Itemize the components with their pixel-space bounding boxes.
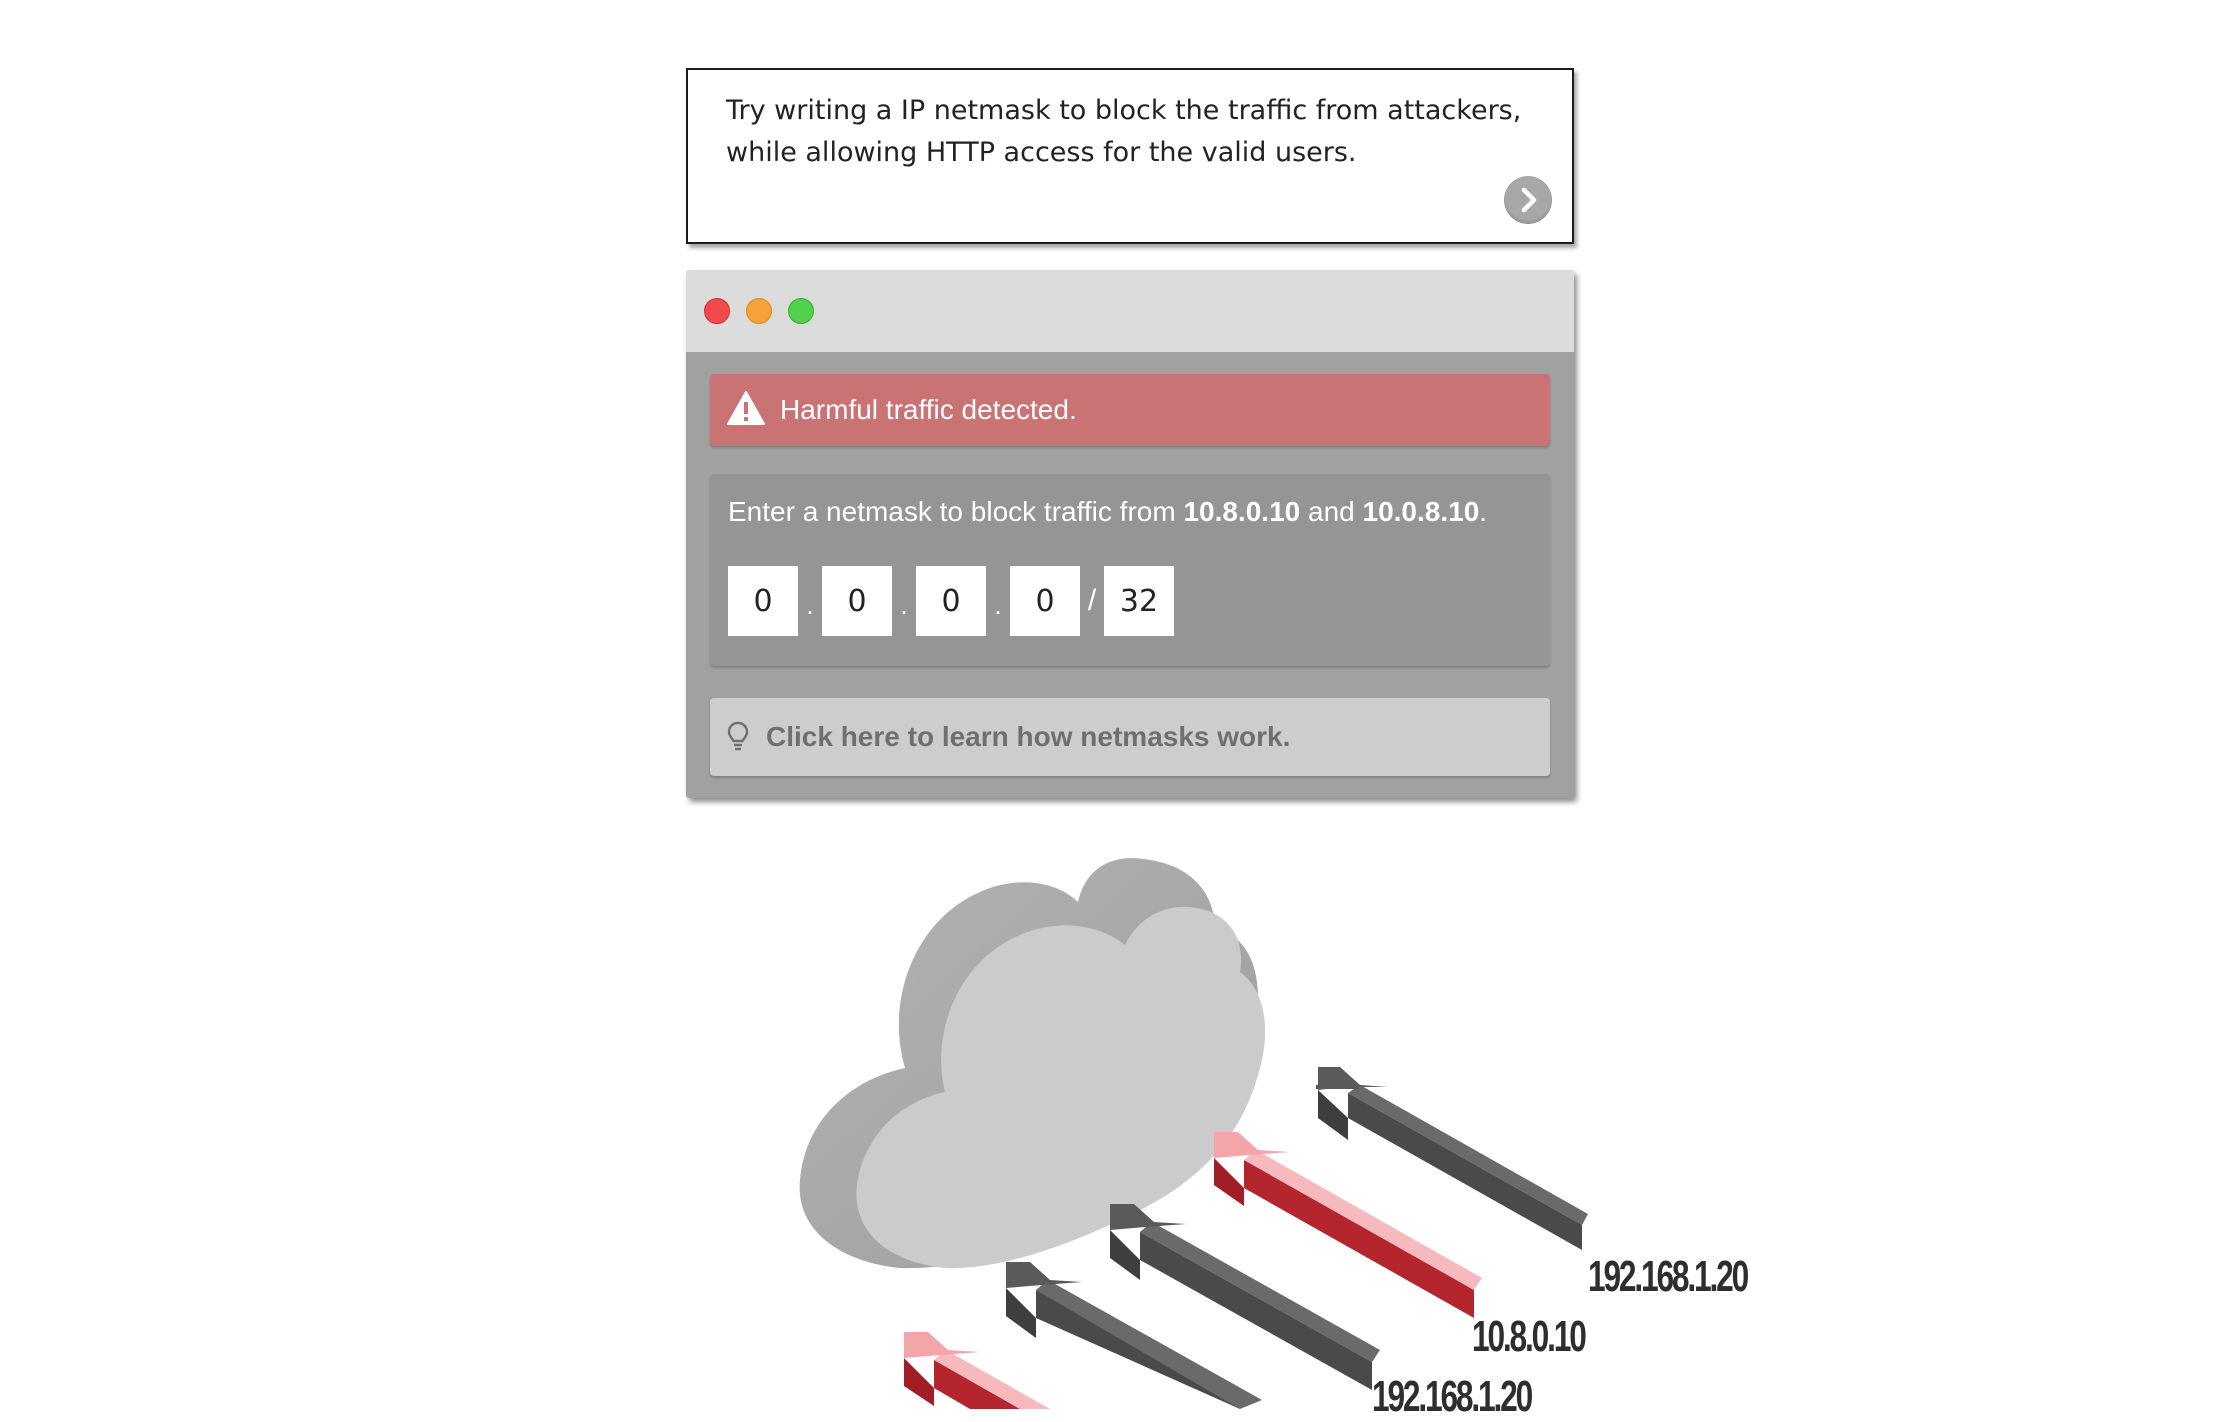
octet-3-input[interactable] [916,566,986,636]
octet-separator: . [900,590,908,620]
alert-banner: Harmful traffic detected. [710,374,1550,446]
traffic-label: 192.168.1.20 [1588,1252,1749,1301]
help-link-text: Click here to learn how netmasks work. [766,721,1291,752]
zoom-window-button[interactable] [788,298,814,324]
minimize-window-button[interactable] [746,298,772,324]
warning-triangle-icon [727,391,765,425]
prompt-and: and [1300,496,1363,527]
octet-2-input[interactable] [822,566,892,636]
octet-separator: . [994,590,1002,620]
lightbulb-icon [727,721,749,751]
traffic-label: 10.8.0.10 [1472,1312,1587,1361]
valid-traffic-arrow [1006,1262,1262,1409]
prefix-length-input[interactable] [1104,566,1174,636]
instruction-text: Try writing a IP netmask to block the tr… [726,95,1522,168]
prompt-prefix: Enter a netmask to block traffic from [728,496,1184,527]
firewall-window: Harmful traffic detected. Enter a netmas… [686,270,1574,798]
netmask-panel: Enter a netmask to block traffic from 10… [710,474,1550,666]
next-button[interactable] [1504,176,1552,224]
valid-traffic-arrow [1316,1067,1588,1250]
octet-1-input[interactable] [728,566,798,636]
attack-traffic-arrow [904,1332,1050,1409]
attacker-ip-b: 10.0.8.10 [1362,496,1480,527]
octet-separator: . [806,590,814,620]
attack-traffic-arrow [1214,1132,1482,1318]
prefix-separator: / [1087,584,1097,617]
alert-message: Harmful traffic detected. [780,394,1077,425]
prompt-suffix: . [1479,496,1488,527]
octet-4-input[interactable] [1010,566,1080,636]
chevron-right-icon [1521,187,1537,213]
window-title-bar [686,270,1574,352]
attacker-ip-a: 10.8.0.10 [1183,496,1301,527]
cloud-icon [799,858,1266,1269]
instruction-card: Try writing a IP netmask to block the tr… [686,68,1574,244]
netmask-help-link[interactable]: Click here to learn how netmasks work. [710,698,1550,776]
valid-traffic-arrow [1110,1204,1380,1390]
netmask-prompt: Enter a netmask to block traffic from 10… [728,496,1487,528]
traffic-label: 192.168.1.20 [1372,1372,1533,1421]
close-window-button[interactable] [704,298,730,324]
